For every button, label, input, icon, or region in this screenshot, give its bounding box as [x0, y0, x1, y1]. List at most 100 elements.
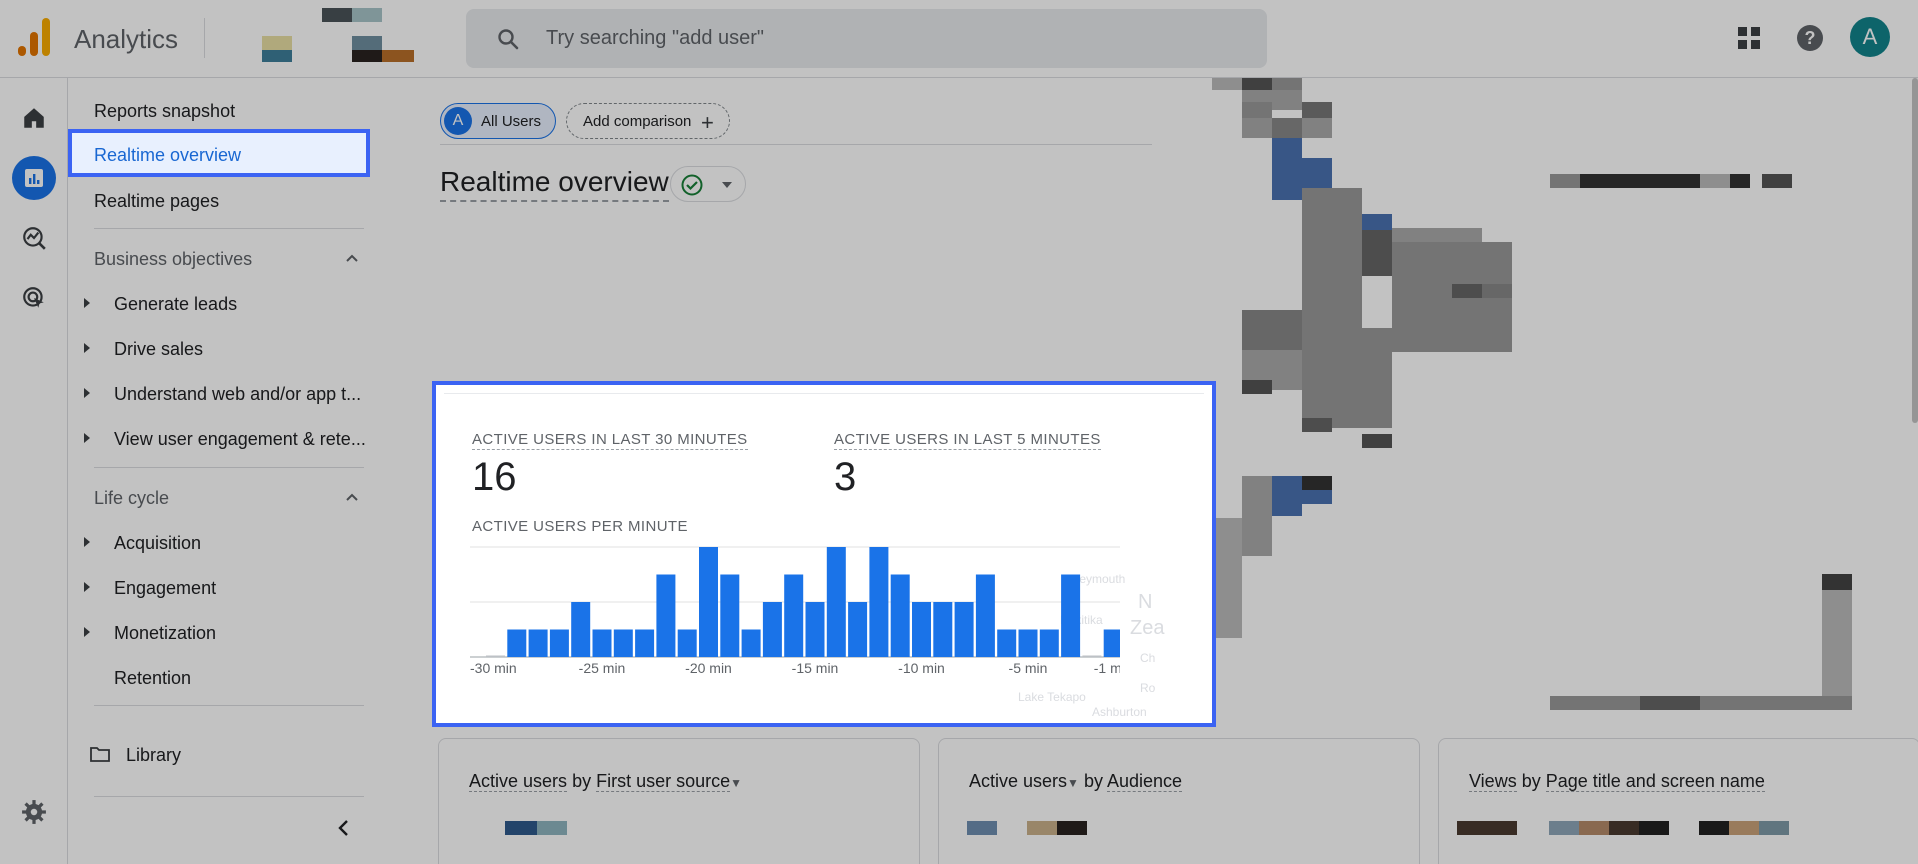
divider [94, 467, 364, 468]
x-tick-label: -25 min [579, 660, 626, 673]
nav-drive-sales[interactable]: Drive sales [114, 339, 374, 360]
chart-bar[interactable] [635, 629, 655, 658]
expand-triangle-icon[interactable] [84, 298, 90, 308]
add-comparison-button[interactable]: Add comparison + [566, 103, 730, 139]
map-label: Zea [1130, 617, 1165, 639]
chart-bar[interactable] [677, 629, 697, 658]
chart-bar[interactable] [890, 574, 910, 658]
section-life-cycle[interactable]: Life cycle [94, 488, 169, 509]
chart-bar[interactable] [762, 602, 782, 657]
card-title: Views by Page title and screen name [1469, 771, 1765, 792]
reports-icon[interactable] [12, 156, 56, 200]
active-users-per-minute-chart[interactable]: -30 min -25 min -20 min -15 min -10 min -5 mi… [470, 543, 1120, 673]
nav-reports-snapshot[interactable]: Reports snapshot [94, 101, 235, 122]
nav-retention[interactable]: Retention [114, 668, 374, 689]
chart-bar[interactable] [699, 547, 718, 657]
chart-bar[interactable] [571, 602, 591, 657]
chevron-up-icon[interactable] [344, 250, 360, 266]
metric-5-min-label[interactable]: ACTIVE USERS IN LAST 5 MINUTES [834, 431, 1101, 450]
chart-bar[interactable] [912, 602, 931, 657]
chart-bar[interactable] [1061, 574, 1081, 658]
expand-triangle-icon[interactable] [84, 582, 90, 592]
home-icon[interactable] [12, 96, 56, 140]
help-icon[interactable]: ? [1796, 24, 1824, 52]
x-tick-label: -15 min [792, 660, 839, 673]
chart-bar[interactable] [486, 655, 505, 658]
explore-icon[interactable] [12, 216, 56, 260]
card-views-by-page-title[interactable]: Views by Page title and screen name [1438, 738, 1918, 864]
scrollbar[interactable] [1912, 78, 1918, 423]
chart-bar[interactable] [1018, 629, 1038, 658]
nav-generate-leads[interactable]: Generate leads [114, 294, 374, 315]
chevron-up-icon[interactable] [344, 489, 360, 505]
divider [440, 144, 1152, 145]
nav-user-engagement[interactable]: View user engagement & rete... [114, 429, 374, 450]
chart-bar[interactable] [613, 629, 633, 658]
nav-monetization[interactable]: Monetization [114, 623, 374, 644]
card-active-users-by-first-user-source[interactable]: Active users by First user source▼ [438, 738, 920, 864]
x-tick-label: -10 min [898, 660, 945, 673]
chart-bar[interactable] [1103, 629, 1120, 658]
metric-30-min-value: 16 [472, 455, 517, 499]
chart-bar[interactable] [507, 629, 527, 658]
search-input[interactable] [546, 23, 1226, 53]
card-title: Active users by First user source▼ [469, 771, 743, 792]
nav-library[interactable]: Library [126, 745, 181, 766]
nav-engagement[interactable]: Engagement [114, 578, 374, 599]
plus-icon: + [701, 110, 714, 135]
chart-bar[interactable] [805, 602, 825, 657]
expand-triangle-icon[interactable] [84, 343, 90, 353]
chart-bar[interactable] [1039, 629, 1059, 658]
expand-triangle-icon[interactable] [84, 433, 90, 443]
check-circle-icon [681, 174, 703, 196]
collapse-sidebar-chevron-left-icon[interactable] [334, 818, 354, 838]
caret-down-icon [722, 182, 732, 188]
card-active-users-by-audience[interactable]: Active users▼ by Audience [938, 738, 1420, 864]
section-business-objectives[interactable]: Business objectives [94, 249, 252, 270]
chart-bar[interactable] [592, 629, 612, 658]
nav-understand-web-app[interactable]: Understand web and/or app t... [114, 384, 374, 405]
segment-letter-badge: A [444, 107, 472, 135]
add-comparison-label: Add comparison [583, 113, 692, 130]
apps-grid-icon[interactable] [1737, 26, 1761, 50]
chart-bar[interactable] [720, 574, 740, 658]
nav-realtime-overview-label: Realtime overview [94, 145, 242, 165]
settings-gear-icon[interactable] [12, 790, 56, 834]
map-label: Lake Tekapo [1018, 690, 1086, 704]
chart-bar[interactable] [869, 547, 889, 657]
chart-bar[interactable] [954, 602, 974, 657]
divider [94, 796, 364, 797]
chart-bar[interactable] [549, 629, 569, 658]
page-title: Realtime overview [440, 166, 669, 202]
realtime-map[interactable] [1210, 78, 1918, 714]
search-bar[interactable] [466, 9, 1267, 68]
expand-triangle-icon[interactable] [84, 388, 90, 398]
chart-bar[interactable] [528, 629, 548, 658]
chart-bar[interactable] [784, 574, 804, 658]
advertising-icon[interactable] [12, 276, 56, 320]
chart-bar[interactable] [933, 602, 953, 657]
avatar[interactable]: A [1850, 17, 1890, 57]
nav-realtime-overview[interactable]: Realtime overview [68, 129, 370, 177]
chart-bar[interactable] [741, 629, 761, 658]
analytics-logo-icon[interactable] [18, 18, 52, 56]
top-bar: Analytics ? A [0, 0, 1918, 78]
chart-bar[interactable] [975, 574, 995, 658]
all-users-chip[interactable]: A All Users [440, 103, 556, 139]
chart-bar[interactable] [826, 547, 846, 657]
chart-bar[interactable] [1082, 655, 1102, 658]
nav-realtime-pages[interactable]: Realtime pages [94, 191, 219, 212]
metric-5-min-value: 3 [834, 455, 857, 499]
metric-30-min-label[interactable]: ACTIVE USERS IN LAST 30 MINUTES [472, 431, 748, 450]
expand-triangle-icon[interactable] [84, 537, 90, 547]
all-users-label: All Users [481, 113, 542, 130]
chart-bar[interactable] [848, 602, 868, 657]
nav-acquisition[interactable]: Acquisition [114, 533, 374, 554]
data-status-dropdown[interactable] [670, 166, 746, 202]
chart-bar[interactable] [997, 629, 1017, 658]
map-label: Ro [1140, 681, 1156, 695]
map-label: Ch [1140, 651, 1156, 665]
card-title: Active users▼ by Audience [969, 771, 1183, 792]
expand-triangle-icon[interactable] [84, 627, 90, 637]
chart-bar[interactable] [656, 574, 676, 658]
